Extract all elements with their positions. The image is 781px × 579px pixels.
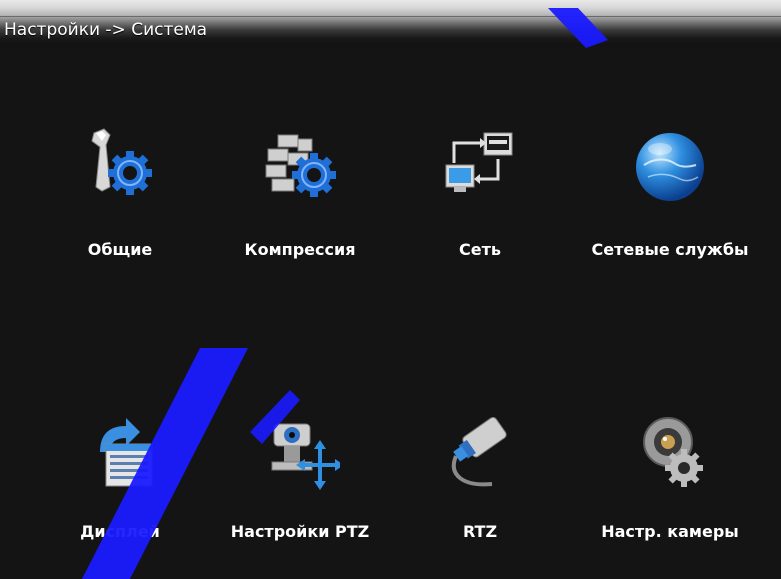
wrench-gear-icon bbox=[80, 125, 160, 205]
globe-icon bbox=[630, 125, 710, 205]
tile-label-display: Дисплей bbox=[80, 522, 160, 541]
tile-ptz-settings[interactable]: Настройки PTZ bbox=[220, 412, 380, 579]
tile-label-ptz-settings: Настройки PTZ bbox=[230, 522, 370, 541]
ptz-camera-arrows-icon bbox=[260, 412, 344, 492]
tile-compression[interactable]: Компрессия bbox=[220, 125, 380, 295]
tile-label-general: Общие bbox=[87, 240, 153, 259]
tile-camera-settings[interactable]: Настр. камеры bbox=[590, 412, 750, 579]
tile-rtz[interactable]: RTZ bbox=[400, 412, 560, 579]
tile-label-camera-settings: Настр. камеры bbox=[601, 522, 739, 541]
title-bar-divider bbox=[0, 16, 781, 17]
breadcrumb-title: Настройки -> Система bbox=[4, 20, 208, 40]
system-settings-screen: Настройки -> Система Общие Компрессия Се… bbox=[0, 0, 781, 579]
tile-label-compression: Компрессия bbox=[244, 240, 356, 259]
tile-network[interactable]: Сеть bbox=[400, 125, 560, 295]
cable-connector-icon bbox=[440, 412, 520, 492]
tile-label-network: Сеть bbox=[459, 240, 501, 259]
network-computers-icon bbox=[440, 125, 520, 205]
tile-display[interactable]: Дисплей bbox=[40, 412, 200, 579]
title-bar: Настройки -> Система bbox=[0, 0, 781, 46]
tile-label-network-services: Сетевые службы bbox=[591, 240, 749, 259]
tile-label-rtz: RTZ bbox=[462, 522, 498, 541]
webcam-gear-icon bbox=[630, 412, 710, 492]
tile-network-services[interactable]: Сетевые службы bbox=[590, 125, 750, 295]
bricks-gear-icon bbox=[260, 125, 340, 205]
display-list-icon bbox=[80, 412, 160, 492]
tile-general[interactable]: Общие bbox=[40, 125, 200, 295]
